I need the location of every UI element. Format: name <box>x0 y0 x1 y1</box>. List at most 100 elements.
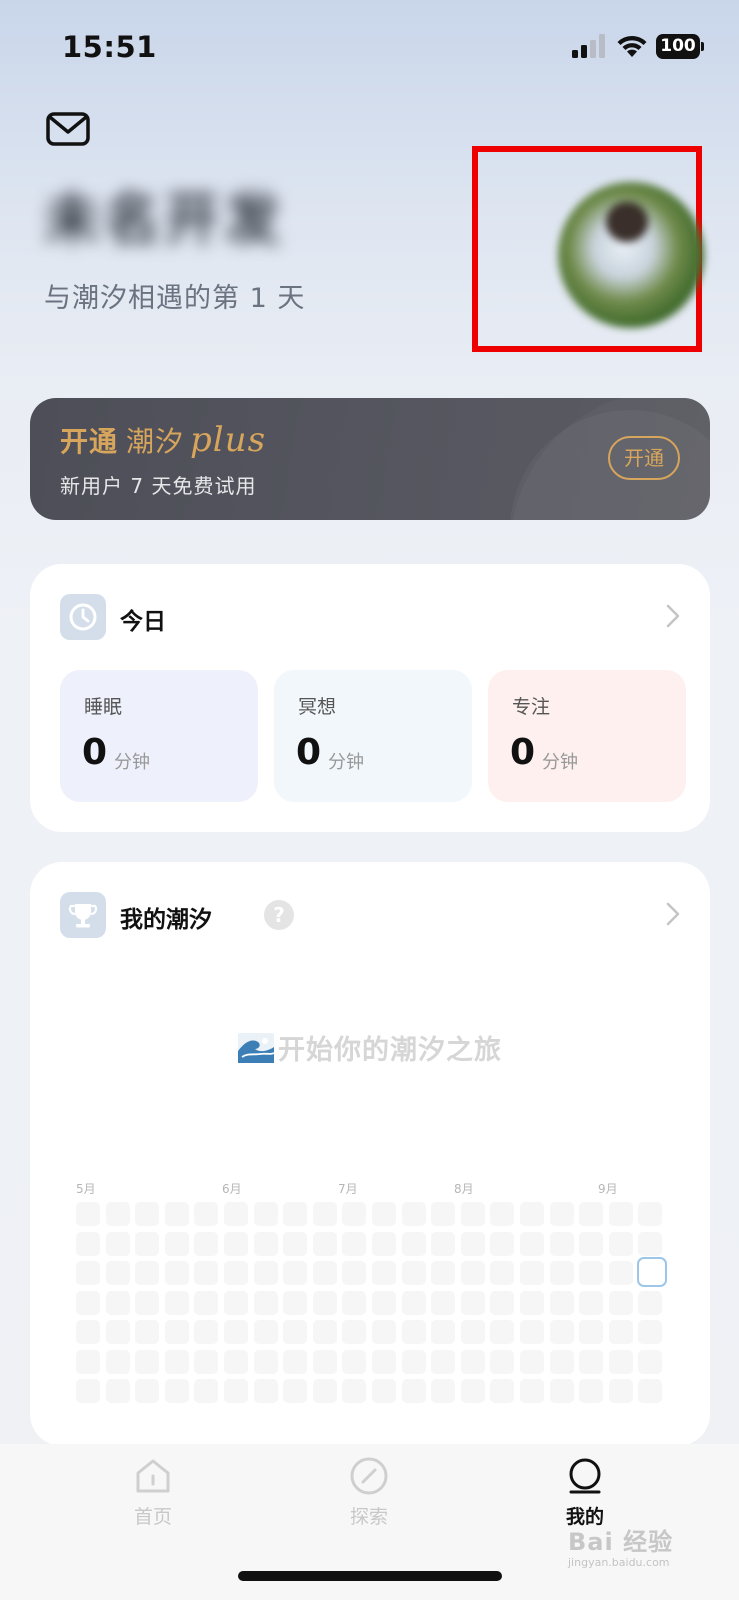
heatmap-cell <box>194 1291 218 1315</box>
heatmap-cell <box>254 1350 278 1374</box>
tab-explore[interactable]: 探索 <box>309 1456 429 1546</box>
home-indicator[interactable] <box>238 1571 502 1581</box>
heatmap-cell <box>254 1232 278 1256</box>
heatmap-cell <box>550 1202 574 1226</box>
trophy-icon <box>68 904 98 928</box>
heatmap-cell <box>402 1350 426 1374</box>
heatmap-cell <box>283 1350 307 1374</box>
heatmap-cell <box>372 1232 396 1256</box>
heatmap-cell <box>490 1261 514 1285</box>
heatmap-cell <box>76 1202 100 1226</box>
heatmap-cell <box>579 1261 603 1285</box>
heatmap-cell <box>106 1232 130 1256</box>
heatmap-cell <box>76 1320 100 1344</box>
heatmap-cell <box>194 1261 218 1285</box>
heatmap-cell <box>550 1379 574 1403</box>
heatmap-cell <box>224 1202 248 1226</box>
heatmap-cell <box>76 1261 100 1285</box>
stat-sleep[interactable]: 睡眠 0 分钟 <box>60 670 258 802</box>
heatmap-cell <box>194 1202 218 1226</box>
heatmap-cell <box>579 1232 603 1256</box>
heatmap-cell <box>283 1320 307 1344</box>
heatmap-cell <box>461 1261 485 1285</box>
heatmap-cell <box>579 1202 603 1226</box>
help-icon[interactable]: ? <box>264 900 294 930</box>
heatmap-cell <box>135 1379 159 1403</box>
heatmap-cell <box>609 1261 633 1285</box>
stat-focus[interactable]: 专注 0 分钟 <box>488 670 686 802</box>
heatmap-cell <box>135 1320 159 1344</box>
username: 未名开发 <box>44 186 306 256</box>
mail-icon[interactable] <box>46 112 90 146</box>
tab-home[interactable]: 首页 <box>93 1456 213 1546</box>
heatmap-cell <box>194 1232 218 1256</box>
heatmap-cell <box>431 1320 455 1344</box>
chevron-right-icon <box>666 604 680 628</box>
today-header[interactable]: 今日 <box>60 594 680 640</box>
heatmap-cell <box>254 1202 278 1226</box>
plus-brand: 潮汐 <box>126 425 185 458</box>
heatmap-cell <box>106 1379 130 1403</box>
today-card: 今日 睡眠 0 分钟 冥想 0 分钟 专注 0 分钟 <box>30 564 710 832</box>
heatmap-cell <box>224 1379 248 1403</box>
heatmap-cell <box>490 1379 514 1403</box>
heatmap-cell <box>106 1291 130 1315</box>
heatmap-cell <box>550 1291 574 1315</box>
watermark: Bai 经验 <box>568 1528 674 1556</box>
signal-icon <box>572 34 605 58</box>
stat-meditation[interactable]: 冥想 0 分钟 <box>274 670 472 802</box>
heatmap-cell <box>194 1350 218 1374</box>
battery-icon: 100 <box>656 34 704 59</box>
battery-tip <box>701 42 704 51</box>
heatmap-cell <box>431 1379 455 1403</box>
heatmap-cell <box>431 1232 455 1256</box>
heatmap-cell <box>372 1291 396 1315</box>
heatmap-cell <box>579 1379 603 1403</box>
stat-value: 0 <box>296 732 322 773</box>
stat-unit: 分钟 <box>114 752 150 773</box>
avatar[interactable] <box>558 182 704 328</box>
heatmap-cell <box>342 1379 366 1403</box>
heatmap-cell <box>283 1379 307 1403</box>
heatmap-cell <box>106 1350 130 1374</box>
compass-icon <box>350 1457 388 1495</box>
plus-banner-title: 开通 潮汐 plus <box>60 420 266 460</box>
heatmap-cell <box>579 1350 603 1374</box>
heatmap-cell <box>313 1232 337 1256</box>
heatmap-cell <box>520 1202 544 1226</box>
heatmap-cell <box>342 1350 366 1374</box>
heatmap-cell <box>224 1261 248 1285</box>
stat-value: 0 <box>82 732 108 773</box>
heatmap-cell <box>461 1232 485 1256</box>
heatmap-cell <box>342 1232 366 1256</box>
heatmap-cell <box>313 1261 337 1285</box>
heatmap-cell <box>372 1261 396 1285</box>
heatmap-cell <box>313 1320 337 1344</box>
heatmap-cell <box>135 1232 159 1256</box>
plus-open-button[interactable]: 开通 <box>608 436 680 480</box>
my-tide-header[interactable]: 我的潮汐 ? <box>60 892 680 938</box>
plus-script: plus <box>190 420 267 460</box>
heatmap-cell <box>283 1202 307 1226</box>
heatmap-cell <box>224 1232 248 1256</box>
heatmap-cell <box>520 1379 544 1403</box>
month-label: 8月 <box>454 1182 474 1196</box>
heatmap-cell <box>609 1379 633 1403</box>
days-together-text: 与潮汐相遇的第 1 天 <box>44 283 306 314</box>
status-time: 15:51 <box>62 30 157 64</box>
heatmap-cell <box>106 1320 130 1344</box>
heatmap-cell <box>520 1350 544 1374</box>
heatmap-cell <box>609 1232 633 1256</box>
heatmap-cell <box>342 1202 366 1226</box>
heatmap-cell <box>165 1232 189 1256</box>
heatmap-cell <box>461 1379 485 1403</box>
heatmap-cell <box>402 1202 426 1226</box>
heatmap-cell <box>313 1291 337 1315</box>
heatmap-cell <box>402 1291 426 1315</box>
heatmap-cell <box>490 1350 514 1374</box>
wave-emoji-icon <box>238 1033 274 1063</box>
plus-membership-banner[interactable]: 开通 潮汐 plus 新用户 7 天免费试用 开通 <box>30 398 710 520</box>
battery-level: 100 <box>656 34 700 59</box>
tab-label: 首页 <box>133 1506 172 1528</box>
heatmap-cell <box>520 1261 544 1285</box>
